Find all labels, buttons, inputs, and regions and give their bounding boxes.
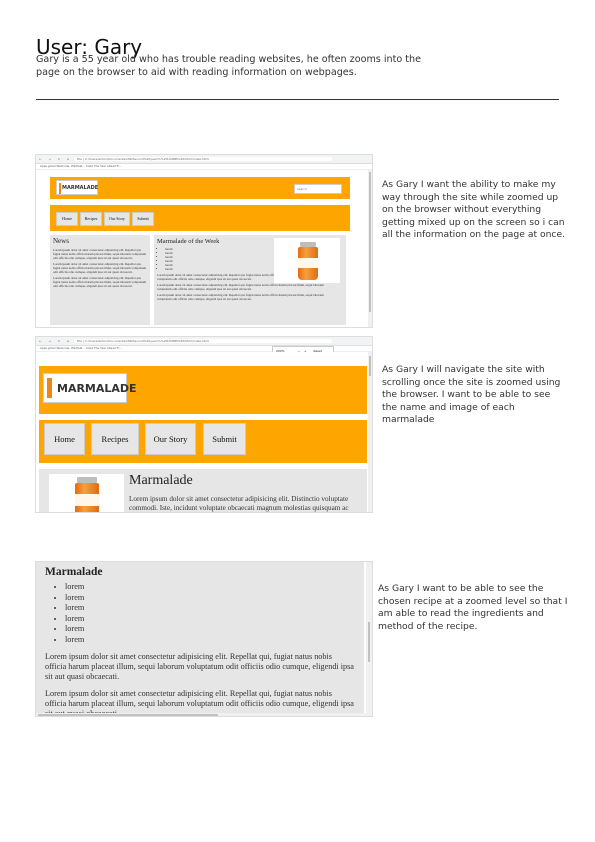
scrollbar[interactable] bbox=[366, 562, 372, 716]
screenshot-recipe: Marmalade lorem lorem lorem lorem lorem … bbox=[36, 562, 372, 716]
week-para-3: Lorem ipsum dolor sit amet consectetur a… bbox=[157, 293, 324, 301]
list-item: lorem bbox=[65, 614, 355, 625]
method-para-2: Lorem ipsum dolor sit amet consectetur a… bbox=[45, 688, 354, 716]
address-bar[interactable]: File | C:/Users/anton/Documents/UNI/Seco… bbox=[74, 156, 332, 161]
scrollbar[interactable] bbox=[368, 352, 372, 512]
logo-text: MARMALADE bbox=[62, 185, 99, 191]
browser-toolbar: ← → C ⌂ File | C:/Users/anton/Documents/… bbox=[36, 337, 372, 346]
marmalade-jar-image bbox=[49, 474, 124, 512]
screenshot-desktop: ← → C ⌂ File | C:/Users/anton/Documents/… bbox=[36, 155, 372, 327]
site-header: MARMALADE search bbox=[50, 177, 350, 199]
divider bbox=[36, 99, 559, 100]
story-2: As Gary I will navigate the site with sc… bbox=[382, 364, 561, 426]
site-page: MARMALADE Home Recipes Our Story Submit … bbox=[36, 352, 367, 512]
horizontal-scrollbar[interactable] bbox=[36, 713, 366, 716]
list-item: lorem bbox=[65, 624, 355, 635]
story-1: As Gary I want the ability to make my wa… bbox=[382, 179, 566, 241]
news-panel: News Lorem ipsum dolor sit amet consecte… bbox=[50, 235, 150, 325]
story-3: As Gary I want to be able to see the cho… bbox=[378, 583, 568, 632]
news-para-2: Lorem ipsum dolor sit amet consectetur a… bbox=[53, 262, 147, 274]
nav-our-story[interactable]: Our Story bbox=[104, 212, 130, 226]
nav-home[interactable]: Home bbox=[56, 212, 78, 226]
recipe-panel: Marmalade lorem lorem lorem lorem lorem … bbox=[36, 562, 364, 716]
product-card: Marmalade Lorem ipsum dolor sit amet con… bbox=[39, 469, 367, 512]
site-logo[interactable]: MARMALADE bbox=[56, 180, 98, 195]
nav-recipes[interactable]: Recipes bbox=[80, 212, 102, 226]
ingredients-list: lorem lorem lorem lorem lorem lorem bbox=[45, 582, 355, 645]
product-heading: Marmalade bbox=[129, 473, 193, 488]
user-intro: Gary is a 55 year old who has trouble re… bbox=[36, 54, 422, 78]
product-text: Lorem ipsum dolor sit amet consectetur a… bbox=[129, 495, 349, 512]
week-para-2: Lorem ipsum dolor sit amet consectetur a… bbox=[157, 283, 324, 291]
week-panel: Marmalade of the Week lorem lorem lorem … bbox=[154, 235, 346, 325]
logo-text: MARMALADE bbox=[57, 382, 137, 395]
recipe-heading: Marmalade bbox=[45, 566, 103, 578]
nav-our-story[interactable]: Our Story bbox=[145, 423, 196, 455]
news-heading: News bbox=[53, 237, 69, 245]
site-header: MARMALADE bbox=[39, 366, 367, 414]
list-item: lorem bbox=[65, 582, 355, 593]
scrollbar[interactable] bbox=[368, 170, 372, 327]
list-item: lorem bbox=[65, 635, 355, 646]
nav-submit[interactable]: Submit bbox=[132, 212, 154, 226]
nav-submit[interactable]: Submit bbox=[203, 423, 246, 455]
browser-toolbar: ← → C ⌂ File | C:/Users/anton/Documents/… bbox=[36, 155, 372, 164]
browser-nav-icons: ← → C ⌂ bbox=[39, 156, 72, 161]
search-input[interactable]: search bbox=[294, 184, 342, 194]
address-bar[interactable]: File | C:/Users/anton/Documents/UNI/Seco… bbox=[74, 338, 332, 343]
list-item: lorem bbox=[65, 603, 355, 614]
method-para-1: Lorem ipsum dolor sit amet consectetur a… bbox=[45, 652, 354, 682]
site-nav: Home Recipes Our Story Submit bbox=[39, 420, 367, 463]
site-nav: Home Recipes Our Story Submit bbox=[50, 205, 350, 231]
site-logo[interactable]: MARMALADE bbox=[43, 373, 137, 403]
list-item: lorem bbox=[65, 593, 355, 604]
browser-nav-icons: ← → C ⌂ bbox=[39, 338, 72, 343]
news-para-3: Lorem ipsum dolor sit amet consectetur a… bbox=[53, 276, 147, 288]
screenshot-zoomed: ← → C ⌂ File | C:/Users/anton/Documents/… bbox=[36, 337, 372, 512]
site-page: MARMALADE search Home Recipes Our Story … bbox=[50, 170, 350, 327]
nav-recipes[interactable]: Recipes bbox=[91, 423, 139, 455]
nav-home[interactable]: Home bbox=[44, 423, 85, 455]
news-para-1: Lorem ipsum dolor sit amet consectetur a… bbox=[53, 248, 147, 260]
marmalade-jar-image bbox=[274, 238, 340, 283]
